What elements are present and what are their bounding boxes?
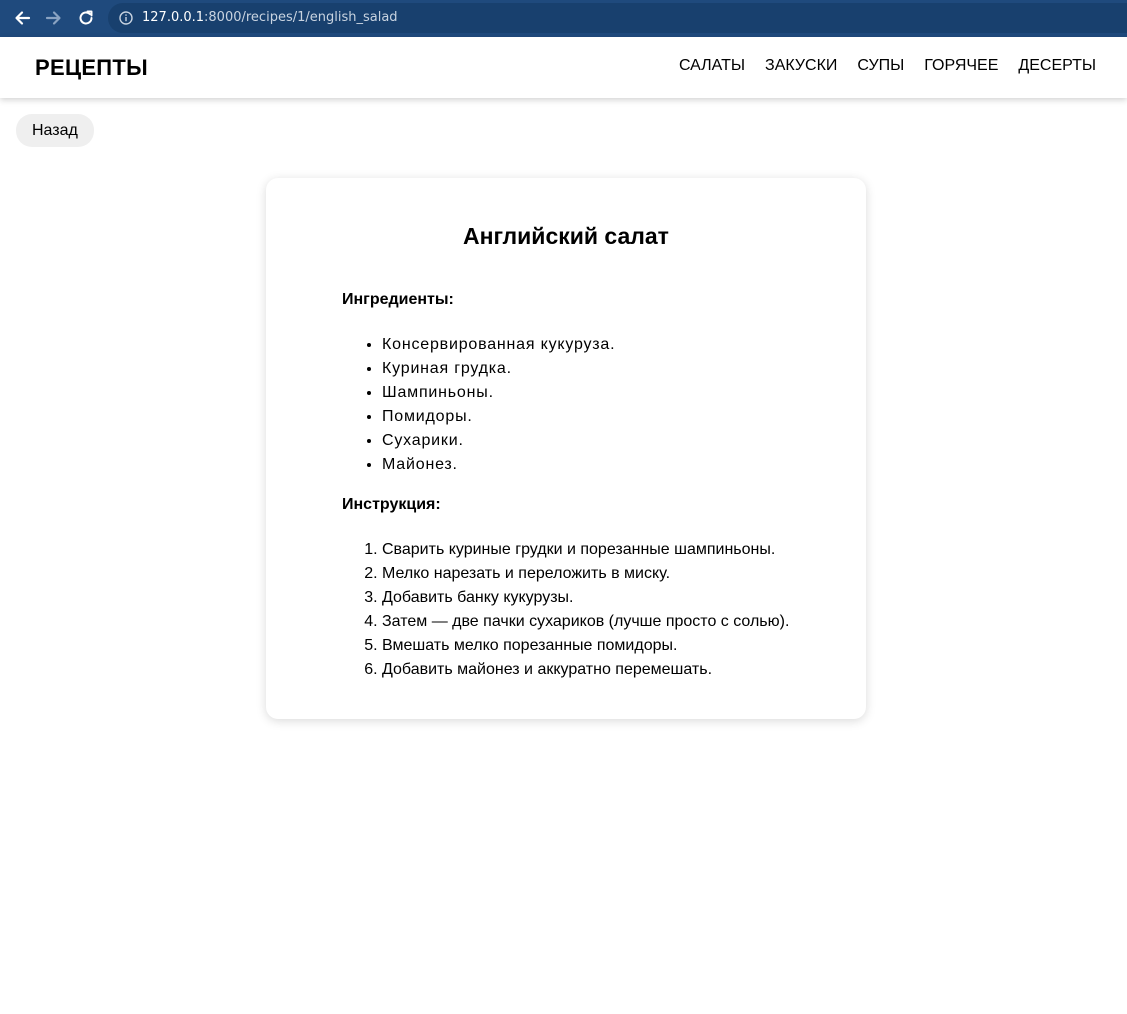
instruction-step: Добавить банку кукурузы.	[382, 586, 789, 610]
info-icon[interactable]	[119, 11, 133, 25]
recipe-card: Английский салат Ингредиенты: Консервиро…	[266, 178, 866, 719]
instruction-step: Сварить куриные грудки и порезанные шамп…	[382, 538, 789, 562]
nav-link-appetizers[interactable]: ЗАКУСКИ	[765, 57, 837, 75]
ingredient-item: Консервированная кукуруза.	[382, 333, 615, 357]
main-nav: САЛАТЫ ЗАКУСКИ СУПЫ ГОРЯЧЕЕ ДЕСЕРТЫ	[679, 57, 1096, 75]
ingredient-item: Помидоры.	[382, 405, 615, 429]
nav-link-soups[interactable]: СУПЫ	[857, 57, 904, 75]
ingredient-item: Шампиньоны.	[382, 381, 615, 405]
ingredient-item: Майонез.	[382, 453, 615, 477]
reload-icon[interactable]	[76, 8, 96, 28]
nav-link-desserts[interactable]: ДЕСЕРТЫ	[1018, 57, 1096, 75]
arrow-left-icon[interactable]	[12, 8, 32, 28]
instruction-step: Добавить майонез и аккуратно перемешать.	[382, 658, 789, 682]
url-text[interactable]: 127.0.0.1:8000/recipes/1/english_salad	[142, 10, 398, 25]
back-button[interactable]: Назад	[16, 114, 94, 147]
instruction-step: Мелко нарезать и переложить в миску.	[382, 562, 789, 586]
ingredient-item: Сухарики.	[382, 429, 615, 453]
browser-toolbar: 127.0.0.1:8000/recipes/1/english_salad	[0, 0, 1127, 37]
instruction-step: Затем — две пачки сухариков (лучше прост…	[382, 610, 789, 634]
nav-link-salads[interactable]: САЛАТЫ	[679, 57, 745, 75]
instructions-heading: Инструкция:	[342, 496, 441, 513]
site-logo[interactable]: РЕЦЕПТЫ	[35, 55, 148, 81]
recipe-title: Английский салат	[463, 223, 669, 249]
nav-link-hot-dishes[interactable]: ГОРЯЧЕЕ	[924, 57, 998, 75]
site-header: РЕЦЕПТЫ САЛАТЫ ЗАКУСКИ СУПЫ ГОРЯЧЕЕ ДЕСЕ…	[0, 37, 1127, 98]
ingredients-list: Консервированная кукуруза. Куриная грудк…	[382, 333, 615, 477]
arrow-right-icon[interactable]	[44, 8, 64, 28]
instruction-step: Вмешать мелко порезанные помидоры.	[382, 634, 789, 658]
url-path: :8000/recipes/1/english_salad	[204, 10, 398, 25]
ingredients-heading: Ингредиенты:	[342, 291, 454, 308]
url-host: 127.0.0.1	[142, 10, 205, 25]
ingredient-item: Куриная грудка.	[382, 357, 615, 381]
address-bar[interactable]: 127.0.0.1:8000/recipes/1/english_salad	[108, 3, 1127, 33]
instructions-list: Сварить куриные грудки и порезанные шамп…	[382, 538, 789, 682]
